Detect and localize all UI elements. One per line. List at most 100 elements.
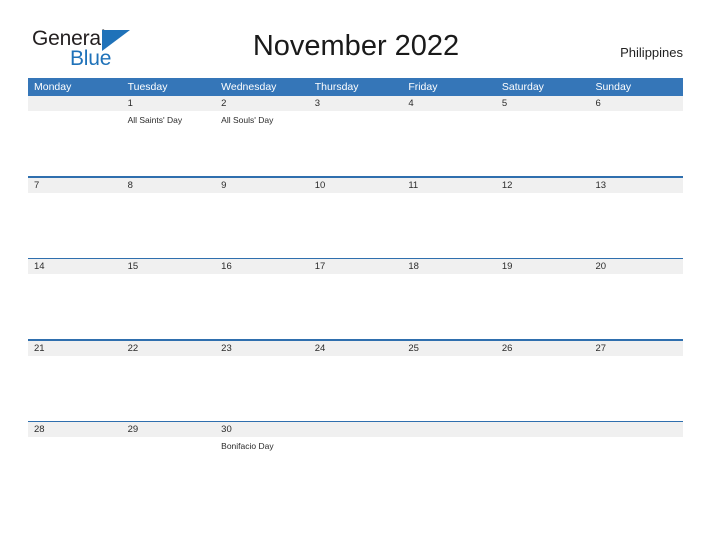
day-number-15[interactable]: 15 bbox=[122, 259, 216, 274]
day-number-12[interactable]: 12 bbox=[496, 178, 590, 193]
day-cell-21[interactable] bbox=[28, 356, 122, 421]
day-number-empty bbox=[28, 96, 122, 111]
calendar-weeks: 1 2 3 4 5 6 All Saints' Day All Souls' Day 7 8 9 10… bbox=[28, 96, 683, 502]
week-event-band bbox=[28, 274, 683, 339]
day-cell-9[interactable] bbox=[215, 193, 309, 258]
day-number-20[interactable]: 20 bbox=[589, 259, 683, 274]
day-number-11[interactable]: 11 bbox=[402, 178, 496, 193]
day-number-14[interactable]: 14 bbox=[28, 259, 122, 274]
day-number-1[interactable]: 1 bbox=[122, 96, 216, 111]
day-cell-30[interactable]: Bonifacio Day bbox=[215, 437, 309, 502]
calendar-week-row: 14 15 16 17 18 19 20 bbox=[28, 257, 683, 339]
day-cell-empty bbox=[589, 437, 683, 502]
day-cell-25[interactable] bbox=[402, 356, 496, 421]
page-title: November 2022 bbox=[252, 30, 460, 62]
calendar-week-row: 7 8 9 10 11 12 13 bbox=[28, 176, 683, 258]
day-number-25[interactable]: 25 bbox=[402, 341, 496, 356]
holiday-label: All Souls' Day bbox=[221, 115, 274, 125]
day-cell-23[interactable] bbox=[215, 356, 309, 421]
weekday-header-monday: Monday bbox=[34, 81, 72, 93]
day-cell-10[interactable] bbox=[309, 193, 403, 258]
day-number-23[interactable]: 23 bbox=[215, 341, 309, 356]
country-label: Philippines bbox=[620, 45, 683, 60]
weekday-header-sunday: Sunday bbox=[595, 81, 632, 93]
week-date-band: 123456 bbox=[28, 96, 683, 111]
day-number-5[interactable]: 5 bbox=[496, 96, 590, 111]
day-number-empty bbox=[496, 422, 590, 437]
day-number-16[interactable]: 16 bbox=[215, 259, 309, 274]
week-date-band: 21 22 23 24 25 26 27 bbox=[28, 340, 683, 356]
day-number-28[interactable]: 28 bbox=[28, 422, 122, 437]
week-date-band: 7 8 9 10 11 12 13 bbox=[28, 177, 683, 193]
day-cell-13[interactable] bbox=[589, 193, 683, 258]
day-number-27[interactable]: 27 bbox=[589, 341, 683, 356]
week-event-band: Bonifacio Day bbox=[28, 437, 683, 502]
weekday-header-thursday: Thursday bbox=[314, 81, 359, 93]
weekday-header-tuesday: Tuesday bbox=[127, 81, 168, 93]
day-number-21[interactable]: 21 bbox=[28, 341, 122, 356]
day-cell-2[interactable]: All Souls' Day bbox=[215, 111, 309, 176]
day-number-8[interactable]: 8 bbox=[122, 178, 216, 193]
weekday-header-row: Monday Tuesday Wednesday Thursday Friday Satu… bbox=[28, 78, 683, 96]
day-number-6[interactable]: 6 bbox=[589, 96, 683, 111]
day-number-13[interactable]: 13 bbox=[589, 178, 683, 193]
week-event-band bbox=[28, 192, 683, 258]
day-cell-7[interactable] bbox=[28, 193, 122, 258]
day-cell-18[interactable] bbox=[402, 274, 496, 339]
holiday-label: All Saints' Day bbox=[127, 115, 183, 125]
day-cell-15[interactable] bbox=[122, 274, 216, 339]
day-number-3[interactable]: 3 bbox=[309, 96, 403, 111]
day-cell-16[interactable] bbox=[215, 274, 309, 339]
day-number-19[interactable]: 19 bbox=[496, 259, 590, 274]
week-event-band: All Saints' Day All Souls' Day bbox=[28, 111, 683, 176]
day-number-22[interactable]: 22 bbox=[122, 341, 216, 356]
page-header: General Blue November 2022 Philippines bbox=[0, 0, 712, 78]
day-number-empty bbox=[309, 422, 403, 437]
day-cell-empty bbox=[402, 437, 496, 502]
day-number-9[interactable]: 9 bbox=[215, 178, 309, 193]
day-cell-8[interactable] bbox=[122, 193, 216, 258]
day-cell-14[interactable] bbox=[28, 274, 122, 339]
day-cell-empty bbox=[309, 437, 403, 502]
day-cell-11[interactable] bbox=[402, 193, 496, 258]
day-cell-29[interactable] bbox=[122, 437, 216, 502]
day-number-2[interactable]: 2 bbox=[215, 96, 309, 111]
weekday-header-friday: Friday bbox=[408, 81, 438, 93]
day-number-18[interactable]: 18 bbox=[402, 259, 496, 274]
day-number-24[interactable]: 24 bbox=[309, 341, 403, 356]
day-cell-26[interactable] bbox=[496, 356, 590, 421]
calendar-week-row: 28 29 30 Bonifacio Day bbox=[28, 420, 683, 502]
day-cell-5[interactable] bbox=[496, 111, 590, 176]
day-number-17[interactable]: 17 bbox=[309, 259, 403, 274]
calendar-page: General Blue November 2022 Philippines M… bbox=[0, 0, 712, 550]
day-cell-4[interactable] bbox=[402, 111, 496, 176]
day-number-29[interactable]: 29 bbox=[122, 422, 216, 437]
day-number-30[interactable]: 30 bbox=[215, 422, 309, 437]
day-cell-12[interactable] bbox=[496, 193, 590, 258]
calendar-grid: Monday Tuesday Wednesday Thursday Friday Satu… bbox=[28, 78, 683, 502]
week-date-band: 28 29 30 bbox=[28, 422, 683, 437]
calendar-week-row: 1 2 3 4 5 6 All Saints' Day All Souls' Day bbox=[28, 96, 683, 176]
day-cell-28[interactable] bbox=[28, 437, 122, 502]
calendar-week-row: 21 22 23 24 25 26 27 bbox=[28, 339, 683, 421]
day-cell-27[interactable] bbox=[589, 356, 683, 421]
day-number-7[interactable]: 7 bbox=[28, 178, 122, 193]
day-cell-3[interactable] bbox=[309, 111, 403, 176]
day-cell-20[interactable] bbox=[589, 274, 683, 339]
day-number-26[interactable]: 26 bbox=[496, 341, 590, 356]
day-cell-24[interactable] bbox=[309, 356, 403, 421]
day-cell-19[interactable] bbox=[496, 274, 590, 339]
week-event-band bbox=[28, 355, 683, 421]
week-date-band: 14 15 16 17 18 19 20 bbox=[28, 259, 683, 274]
day-cell-empty bbox=[496, 437, 590, 502]
day-cell-empty bbox=[28, 111, 122, 176]
day-number-empty bbox=[589, 422, 683, 437]
holiday-label: Bonifacio Day bbox=[221, 441, 274, 451]
day-number-10[interactable]: 10 bbox=[309, 178, 403, 193]
weekday-header-saturday: Saturday bbox=[501, 81, 544, 93]
day-cell-17[interactable] bbox=[309, 274, 403, 339]
day-cell-22[interactable] bbox=[122, 356, 216, 421]
day-number-4[interactable]: 4 bbox=[402, 96, 496, 111]
day-cell-1[interactable]: All Saints' Day bbox=[122, 111, 216, 176]
day-cell-6[interactable] bbox=[589, 111, 683, 176]
